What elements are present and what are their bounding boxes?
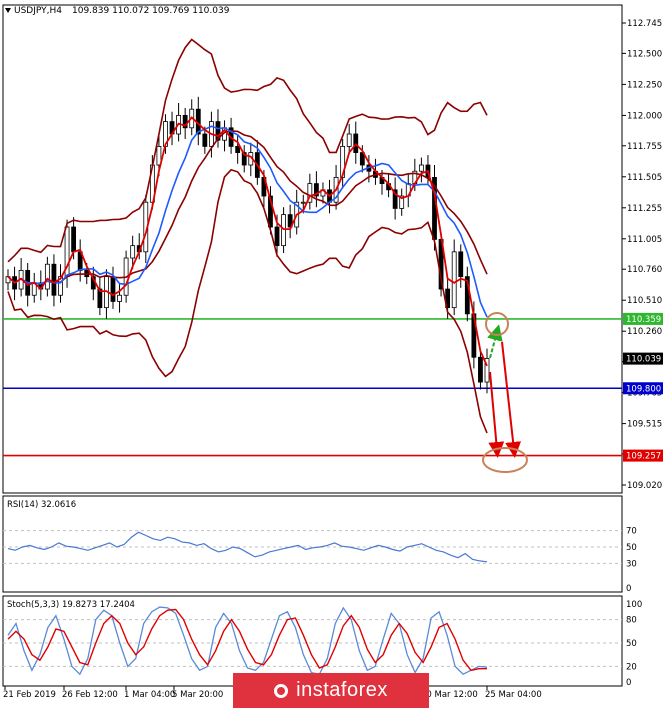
candle-body (51, 263, 57, 296)
instaforex-watermark: instaforex (233, 673, 429, 708)
price-label: 109.800 (626, 384, 661, 394)
y-tick-label: 111.005 (627, 235, 662, 245)
x-tick-label: 21 Feb 2019 (3, 690, 56, 700)
price-label: 109.257 (626, 452, 661, 462)
stoch-tick: 20 (626, 662, 637, 672)
candle-body (458, 251, 464, 278)
candle-body (44, 263, 50, 290)
stoch-tick: 50 (626, 639, 637, 649)
rsi-tick: 30 (626, 559, 637, 569)
stoch-label: Stoch(5,3,3) 19.8273 17.2404 (7, 600, 135, 610)
y-tick-label: 112.000 (627, 111, 662, 121)
candle-body (274, 226, 280, 247)
instaforex-logo-icon (274, 683, 289, 698)
price-label: 110.359 (626, 315, 661, 325)
candle-body (117, 294, 122, 302)
rsi-tick: 70 (626, 527, 637, 537)
rsi-tick: 50 (626, 543, 637, 553)
candle-body (281, 214, 286, 247)
x-tick-label: 1 Mar 04:00 (124, 690, 175, 700)
candle-body (451, 251, 457, 309)
stoch-tick: 80 (626, 616, 637, 626)
y-tick-label: 112.500 (627, 49, 662, 59)
trading-chart: 112.745 112.500 112.250 112.000 111.755 111.5… (2, 4, 663, 700)
x-tick-label: 25 Mar 04:00 (485, 690, 542, 700)
candle-body (130, 245, 136, 259)
y-tick-label: 111.505 (627, 173, 662, 183)
candle-body (202, 133, 208, 147)
candle-body (110, 276, 116, 302)
y-tick-label: 110.260 (627, 327, 662, 337)
rsi-tick: 0 (626, 584, 631, 594)
candle-body (71, 226, 77, 253)
y-tick-label: 112.745 (627, 19, 662, 29)
candle-body (478, 356, 483, 383)
x-tick-label: 26 Feb 12:00 (62, 690, 118, 700)
watermark-text: instaforex (296, 679, 388, 701)
rsi-label: RSI(14) 32.0616 (7, 500, 76, 510)
x-tick-label: 5 Mar 20:00 (172, 690, 223, 700)
stoch-tick: 0 (626, 678, 631, 688)
stoch-tick: 100 (626, 600, 642, 610)
candle-body (346, 133, 352, 147)
chart-ohlc: 109.839 110.072 109.769 110.039 (72, 6, 230, 16)
x-tick-label: 20 Mar 12:00 (421, 690, 478, 700)
y-tick-label: 110.510 (627, 296, 662, 306)
candle-body (235, 146, 241, 154)
price-label: 110.039 (626, 355, 661, 365)
candle-body (418, 164, 424, 172)
rsi-panel (2, 495, 623, 593)
main-panel (2, 4, 623, 494)
candle-body (300, 201, 306, 204)
y-tick-label: 109.020 (627, 481, 662, 491)
chart-window: 112.745 112.500 112.250 112.000 111.755 111.5… (0, 0, 665, 708)
y-tick-label: 112.250 (627, 80, 662, 90)
chart-symbol: USDJPY,H4 (14, 6, 62, 16)
y-tick-label: 110.760 (627, 265, 662, 275)
y-tick-label: 111.255 (627, 204, 662, 214)
y-tick-label: 109.515 (627, 420, 662, 430)
y-tick-label: 111.755 (627, 142, 662, 152)
